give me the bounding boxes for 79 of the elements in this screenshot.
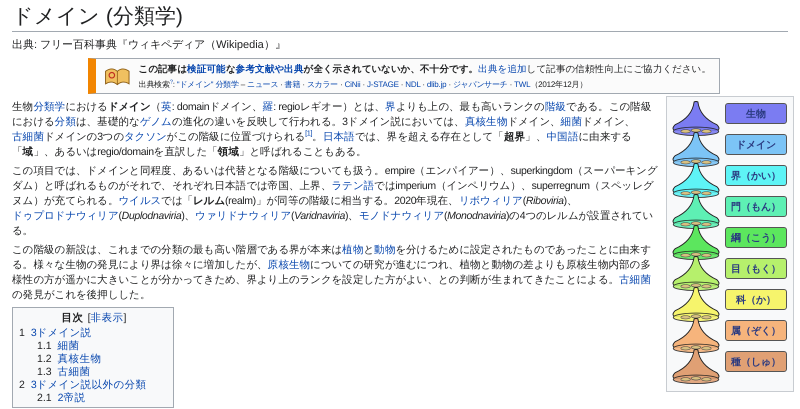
dome-icon <box>671 286 721 322</box>
toc-link[interactable]: 真核生物 <box>58 353 102 366</box>
link[interactable]: 中国語 <box>546 131 578 143</box>
link[interactable]: 羅 <box>262 101 274 113</box>
rank-label: 綱（こう） <box>725 227 787 248</box>
rank-label: 門（もん） <box>725 196 787 217</box>
link[interactable]: 書籍 <box>284 80 300 88</box>
link[interactable]: 日本語 <box>322 131 355 143</box>
paragraph: 生物分類学における ドメイン（英: domainドメイン、羅: regioレギオー）とは、界よりも上の、最も高いランクの階級である。この階級における分類は、基礎的なゲノムの進化の違いを反映して行われる。3ドメイン説においては、真核生物 ドメイン、細菌 ドメイン、 古細菌 ドメインの3つのタクソンがこの階級に位置づけられる$^{[1]}$。日本語では、界を超える存在として「超界」、中国語に由来する「域」、あるいはregio/domainを直訳した「領域」と呼ばれることもある。 <box>12 100 652 160</box>
source-line: 出典: フリー百科事典『ウィキペディア（Wikipedia）』 <box>12 38 287 52</box>
link[interactable]: 界 <box>385 101 396 113</box>
link[interactable]: dlib.jp <box>426 80 446 88</box>
link[interactable]: 真核生物 <box>464 116 508 128</box>
source-search-line: 出典検索$^{?}$: "ドメイン" 分類学 – ニュース · 書籍 · スカラー · CiNii · J-STAGE · NDL · dlib.jp · ジャパンサーチ · TWL（2012年12月） <box>138 78 588 90</box>
link[interactable]: 検証可能 <box>187 64 226 74</box>
rank-label: 目（もく） <box>725 258 787 279</box>
rank-label: 属（ぞく） <box>725 320 787 341</box>
link[interactable]: "ドメイン" 分類学 <box>176 80 239 88</box>
link[interactable]: 古細菌 <box>619 274 652 286</box>
link[interactable]: 参考文献や出典 <box>236 64 304 74</box>
dome-icon <box>671 348 721 384</box>
link[interactable]: 階級 <box>544 101 566 113</box>
link[interactable]: NDL <box>405 80 420 88</box>
rank-label: 種（しゅ） <box>725 351 787 372</box>
dome-icon <box>671 224 721 260</box>
link[interactable]: 出典を追加 <box>478 64 527 74</box>
paragraph: この項目では、ドメインと同程度、あるいは代替となる階級についても扱う。empire（エンパイアー）、superkingdom（スーパーキングダム）と呼ばれるものがそれで、それぞれ日本語では帝国、上界、ラテン語ではimperium（インペリウム）、superregnum（スペッレグヌム）が充てられる。ウイルスでは「レルム(realm)」が同等の階級に相当する。2020年現在、リボウィリア(Riboviria)、 ドゥプロドナウィリア(Duplodnaviria)、ウァリドナウィリア(Varidnaviria)、モノドナウィリア(Monodnaviria)の4つのレルムが設置されている。 <box>12 164 659 239</box>
dome-icon <box>671 318 721 354</box>
link[interactable]: ウイルス <box>118 195 162 207</box>
toc-link[interactable]: 3ドメイン説 <box>30 327 92 340</box>
toc-link[interactable]: 2帝説 <box>58 392 86 405</box>
toc-link[interactable]: 古細菌 <box>58 366 91 379</box>
link[interactable]: ジャパンサーチ <box>452 80 508 88</box>
page-title: ドメイン (分類学) <box>12 0 788 32</box>
link[interactable]: ラテン語 <box>332 180 374 192</box>
toc-number: 1.2 <box>37 353 52 366</box>
link[interactable]: 古細菌 <box>12 131 44 143</box>
bracket: [ <box>88 312 90 324</box>
link[interactable]: CiNii <box>344 80 360 88</box>
toc-toggle-link[interactable]: 非表示 <box>90 312 124 324</box>
rank-label: 界（かい） <box>725 165 787 186</box>
toc-title: 目次 <box>62 312 84 324</box>
link[interactable]: 原核生物 <box>268 259 310 271</box>
link[interactable]: 細菌 <box>560 116 582 128</box>
toc-number: 1.3 <box>37 366 52 379</box>
link[interactable]: [1] <box>305 128 312 138</box>
rank-label: ドメイン <box>725 134 787 155</box>
link[interactable]: 英 <box>161 101 172 113</box>
link[interactable]: TWL <box>514 80 530 88</box>
link[interactable]: リボウィリア <box>458 195 523 207</box>
link[interactable]: 動物 <box>374 244 396 256</box>
link[interactable]: 植物 <box>342 244 364 256</box>
dome-icon <box>671 162 721 198</box>
paragraph: この階級の新設は、これまでの分類の最も高い階層である界が本来は植物と動物を分けるために設定されたものであったことに由来する。様々な生物の発見により界は徐々に増加したが、原核生物についての研究が進むにつれ、植物と動物の差よりも原核生物内部の多様性の方が遥かに大きいことが分かってきため、界より上のランクを設定した方がよい、との判断が生まれてきたことによる。古細菌 の発見がこれを後押しした。 <box>12 243 652 303</box>
rank-label: 生物 <box>725 103 787 124</box>
toc-number: 1.1 <box>37 340 52 353</box>
link[interactable]: ゲノム <box>140 116 172 128</box>
toc-number: 2 <box>19 379 25 392</box>
notice-message: この記事は検証可能な参考文献や出典が全く示されていないか、不十分です。出典を追加 して記事の信頼性向上にご協力ください。 <box>138 62 711 76</box>
rank-label: 科（か） <box>725 289 787 310</box>
link[interactable]: ドゥプロドナウィリア <box>12 210 119 222</box>
dome-icon <box>671 194 721 230</box>
dome-icon <box>671 100 721 136</box>
link[interactable]: 分類学 <box>33 101 66 113</box>
link[interactable]: モノドナウィリア <box>358 210 444 222</box>
toc-number: 1 <box>19 327 25 340</box>
bracket: ] <box>124 312 126 324</box>
toc-link[interactable]: 3ドメイン説以外の分類 <box>30 379 147 392</box>
dome-icon <box>671 256 721 292</box>
link[interactable]: ウァリドナウィリア <box>195 210 291 222</box>
link[interactable]: タクソン <box>124 131 167 143</box>
link[interactable]: ニュース <box>247 80 278 88</box>
dome-icon <box>671 132 721 168</box>
link[interactable]: 分類 <box>54 116 76 128</box>
link[interactable]: スカラー <box>306 80 338 88</box>
link[interactable]: ? <box>170 78 173 85</box>
toc-number: 2.1 <box>37 392 52 405</box>
link[interactable]: J-STAGE <box>366 80 399 88</box>
toc-link[interactable]: 細菌 <box>58 340 80 353</box>
